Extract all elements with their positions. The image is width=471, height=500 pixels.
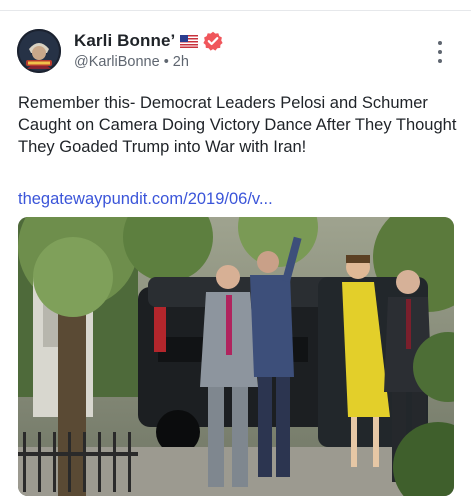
handle-row: @KarliBonne • 2h	[74, 54, 189, 70]
post-link[interactable]: thegatewaypundit.com/2019/06/v...	[18, 190, 273, 209]
author-row: Karli Bonne’	[74, 31, 223, 51]
avatar[interactable]	[17, 29, 61, 73]
post-text: Remember this- Democrat Leaders Pelosi a…	[18, 94, 457, 156]
post-card: Karli Bonne’ @KarliBonne • 2h Remember t…	[0, 11, 471, 500]
post-time: 2h	[172, 54, 189, 70]
separator-dot: •	[163, 54, 173, 70]
more-options-icon[interactable]	[430, 41, 450, 63]
post-media-image[interactable]	[18, 217, 454, 496]
author-handle[interactable]: @KarliBonne	[74, 54, 160, 70]
verified-badge-icon	[203, 31, 223, 51]
author-name[interactable]: Karli Bonne’	[74, 31, 175, 51]
us-flag-icon	[180, 34, 199, 48]
